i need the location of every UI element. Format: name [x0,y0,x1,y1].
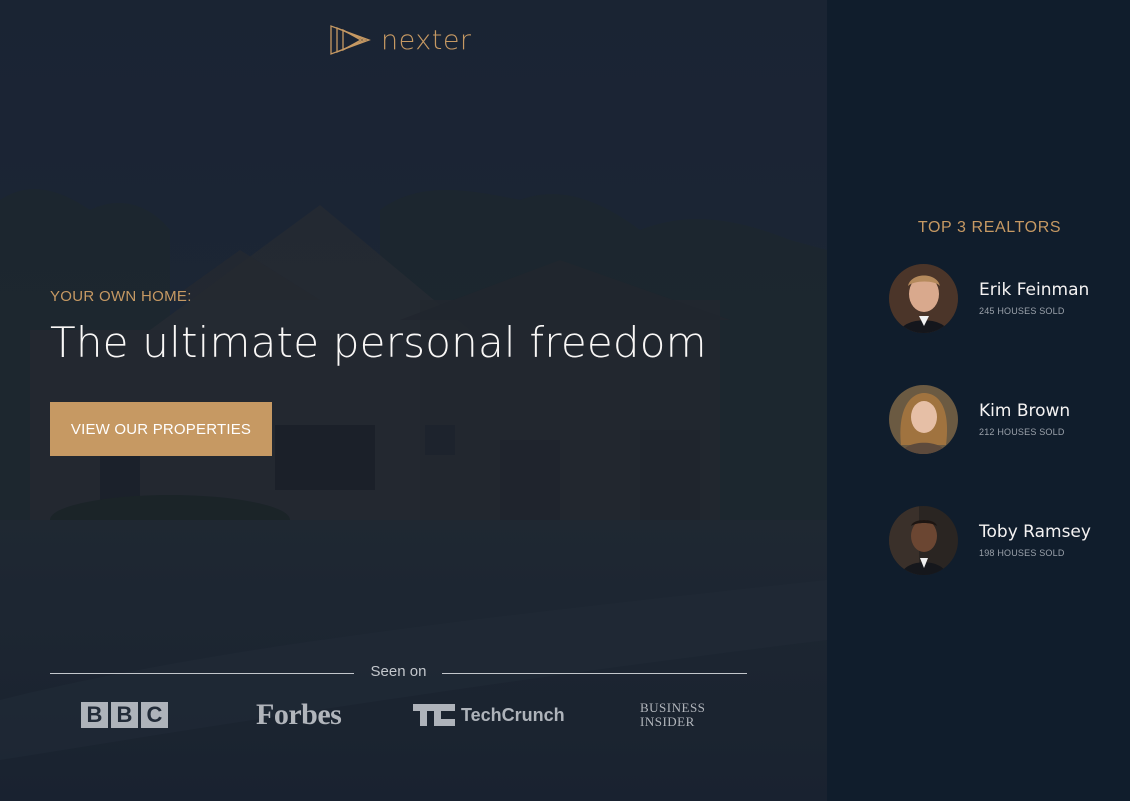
realtor-name: Erik Feinman [979,280,1090,300]
triangles-logo-icon [330,25,371,55]
view-properties-button[interactable]: VIEW OUR PROPERTIES [50,402,272,456]
hero-section: nexter YOUR OWN HOME: The ultimate perso… [0,0,827,801]
realtor-houses-sold: 212 HOUSES SOLD [979,427,1065,437]
techcrunch-name: TechCrunch [461,704,565,725]
realtor-card[interactable]: Toby Ramsey 198 HOUSES SOLD [889,504,1130,576]
realtor-name: Kim Brown [979,401,1071,421]
bbc-letter: C [141,702,168,728]
hero-headline: The ultimate personal freedom [50,318,707,367]
bbc-letter: B [81,702,108,728]
business-insider-logo: BUSINESS INSIDER [640,695,705,735]
forbes-logo: Forbes [256,698,342,731]
bbc-logo: B B C [81,695,168,735]
brand-name: nexter [381,24,472,56]
realtor-card[interactable]: Kim Brown 212 HOUSES SOLD [889,383,1130,455]
brand-logo[interactable]: nexter [329,24,472,56]
sidebar-title: TOP 3 REALTORS [917,219,1062,236]
realtor-houses-sold: 198 HOUSES SOLD [979,548,1065,558]
seen-on-label: Seen on [370,663,427,680]
techcrunch-logo: TechCrunch [413,695,565,735]
divider-line-right [442,673,747,674]
seen-on-divider: Seen on [50,662,747,684]
realtor-card[interactable]: Erik Feinman 245 HOUSES SOLD [889,262,1130,334]
realtors-sidebar: TOP 3 REALTORS Erik Feinman 245 HOUSES S… [827,0,1130,801]
business-insider-line1: BUSINESS [640,700,706,715]
avatar [889,505,958,575]
realtor-houses-sold: 245 HOUSES SOLD [979,306,1065,316]
realtor-name: Toby Ramsey [979,522,1091,542]
avatar [889,384,958,454]
business-insider-line2: INSIDER [640,714,695,729]
press-logos: B B C Forbes TechCrunch BUSINESS INSIDER [50,695,747,735]
avatar [889,263,958,333]
hero-eyebrow: YOUR OWN HOME: [50,288,192,305]
tc-mark-icon [413,704,455,726]
bbc-letter: B [111,702,138,728]
